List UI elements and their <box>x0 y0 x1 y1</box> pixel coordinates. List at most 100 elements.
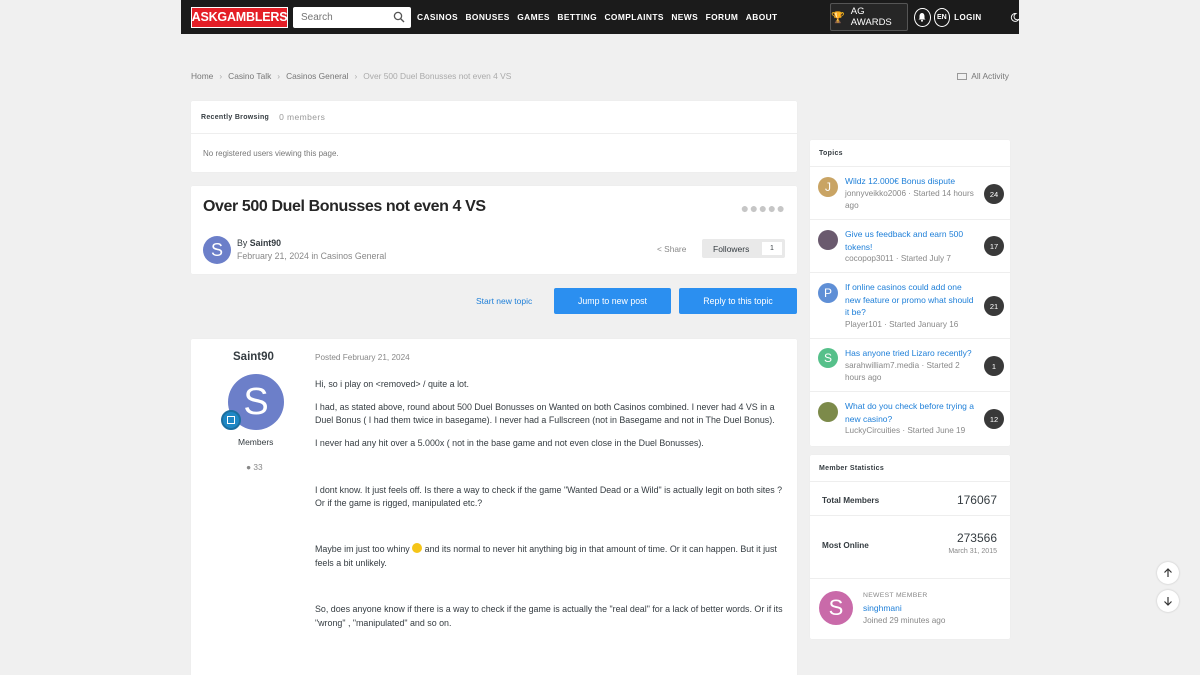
topics-widget: Topics J Wildz 12.000€ Bonus dispute jon… <box>810 140 1010 446</box>
post-paragraph: Hi, so i play on <removed> / quite a lot… <box>315 379 469 389</box>
search-icon[interactable] <box>393 11 405 23</box>
share-button[interactable]: < Share <box>657 244 686 254</box>
main-nav: CASINOS BONUSES GAMES BETTING COMPLAINTS… <box>417 12 785 22</box>
member-statistics-title: Member Statistics <box>810 455 1010 482</box>
nav-complaints[interactable]: COMPLAINTS <box>604 12 663 22</box>
search-input[interactable] <box>293 6 403 28</box>
topic-reply-count: 17 <box>984 236 1004 256</box>
recently-browsing-title: Recently Browsing <box>201 113 270 121</box>
topic-link[interactable]: What do you check before trying a new ca… <box>845 400 978 425</box>
emoji-icon <box>412 543 423 554</box>
newest-member-name[interactable]: singhmani <box>863 603 902 613</box>
comment-icon: ● <box>246 462 252 472</box>
nav-betting[interactable]: BETTING <box>557 12 597 22</box>
member-statistics-widget: Member Statistics Total Members 176067 M… <box>810 455 1010 639</box>
nav-forum[interactable]: FORUM <box>706 12 739 22</box>
post-date: Posted February 21, 2024 <box>315 353 410 362</box>
star-icon[interactable]: ● <box>741 200 749 216</box>
recently-browsing-count: 0 members <box>279 112 326 122</box>
breadcrumb-casinos-general[interactable]: Casinos General <box>286 71 348 81</box>
top-navbar: ASKGAMBLERS CASINOS BONUSES GAMES BETTIN… <box>181 0 1019 34</box>
breadcrumb-casino-talk[interactable]: Casino Talk <box>228 71 271 81</box>
topic-avatar[interactable]: J <box>818 177 838 197</box>
topic-meta: sarahwilliam7.media · Started 2 hours ag… <box>845 360 960 383</box>
post-paragraph-with-emoji: Maybe im just too whiny and its normal t… <box>315 543 785 570</box>
topic-avatar[interactable] <box>818 230 838 250</box>
divider <box>810 578 1010 579</box>
chevron-right-icon: › <box>219 71 223 81</box>
topic-author-link[interactable]: Saint90 <box>250 238 281 248</box>
topic-reply-count: 12 <box>984 409 1004 429</box>
post-paragraph: I had, as stated above, round about 500 … <box>315 401 775 426</box>
nav-about[interactable]: ABOUT <box>746 12 778 22</box>
star-icon[interactable]: ● <box>759 200 767 216</box>
reputation-count: 33 <box>253 462 263 472</box>
star-icon[interactable]: ● <box>777 200 785 216</box>
most-online-value: 273566 <box>956 531 997 545</box>
ag-awards-button[interactable]: 🏆 AG AWARDS <box>830 3 908 31</box>
post-author-name[interactable]: Saint90 <box>233 351 274 363</box>
member-badge-icon <box>221 410 241 430</box>
star-icon[interactable]: ● <box>768 200 776 216</box>
post-paragraph: So, does anyone know if there is a way t… <box>315 604 783 628</box>
topic-link[interactable]: Has anyone tried Lizaro recently? <box>845 347 978 360</box>
all-activity-link[interactable]: All Activity <box>957 71 1009 81</box>
start-new-topic-link[interactable]: Start new topic <box>476 296 532 306</box>
topic-link[interactable]: If online casinos could add one new feat… <box>845 281 978 319</box>
search-box[interactable] <box>293 6 412 28</box>
post-text: Maybe im just too whiny <box>315 544 410 555</box>
login-button[interactable]: LOGIN <box>954 13 981 22</box>
topic-forum-link[interactable]: Casinos General <box>321 251 387 261</box>
most-online-label: Most Online <box>822 541 869 550</box>
topic-date-line: February 21, 2024 in Casinos General <box>237 251 386 261</box>
notification-button[interactable] <box>913 7 931 27</box>
site-logo[interactable]: ASKGAMBLERS <box>191 6 288 28</box>
scroll-to-top-button[interactable] <box>1157 562 1179 584</box>
recently-browsing-panel: Recently Browsing 0 members No registere… <box>191 101 797 172</box>
topic-avatar[interactable]: S <box>818 348 838 368</box>
language-button[interactable]: EN <box>933 7 951 27</box>
nav-bonuses[interactable]: BONUSES <box>465 12 509 22</box>
star-icon[interactable]: ● <box>750 200 758 216</box>
activity-icon <box>957 72 968 80</box>
breadcrumb: Home › Casino Talk › Casinos General › O… <box>191 71 511 81</box>
reply-to-topic-button[interactable]: Reply to this topic <box>679 288 797 314</box>
topic-avatar[interactable] <box>818 402 838 422</box>
topic-meta: LuckyCircuities · Started June 19 <box>845 426 966 436</box>
nav-casinos[interactable]: CASINOS <box>417 12 458 22</box>
topic-list-item[interactable]: S Has anyone tried Lizaro recently? sara… <box>810 339 1010 392</box>
chevron-right-icon: › <box>354 71 358 81</box>
topic-link[interactable]: Wildz 12.000€ Bonus dispute <box>845 175 978 188</box>
topic-list-item[interactable]: Give us feedback and earn 500 tokens! co… <box>810 220 1010 273</box>
post-author-reputation: ● 33 <box>246 462 263 472</box>
total-members-label: Total Members <box>822 496 880 505</box>
nav-games[interactable]: GAMES <box>517 12 550 22</box>
followers-label: Followers <box>713 243 750 254</box>
nav-news[interactable]: NEWS <box>671 12 698 22</box>
post-paragraph: I dont know. It just feels off. Is there… <box>315 484 783 509</box>
topic-date: February 21, 2024 <box>237 251 309 261</box>
jump-to-new-post-button[interactable]: Jump to new post <box>554 288 671 314</box>
topic-link[interactable]: Give us feedback and earn 500 tokens! <box>845 228 978 253</box>
newest-member-avatar[interactable]: S <box>819 591 853 625</box>
author-avatar[interactable]: S <box>203 236 231 264</box>
topic-avatar[interactable]: P <box>818 283 838 303</box>
follow-button[interactable]: Followers 1 <box>702 239 785 258</box>
dark-mode-icon[interactable] <box>1010 12 1019 23</box>
share-icon: < <box>657 244 662 254</box>
topic-reply-count: 24 <box>984 184 1004 204</box>
topic-list-item[interactable]: J Wildz 12.000€ Bonus dispute jonnyveikk… <box>810 167 1010 220</box>
topic-list-item[interactable]: What do you check before trying a new ca… <box>810 392 1010 446</box>
post-paragraph: I never had any hit over a 5.000x ( not … <box>315 438 704 449</box>
divider <box>810 515 1010 516</box>
scroll-to-bottom-button[interactable] <box>1157 590 1179 612</box>
topic-title: Over 500 Duel Bonusses not even 4 VS <box>203 198 486 215</box>
by-prefix: By <box>237 238 248 248</box>
trophy-icon: 🏆 <box>831 11 845 24</box>
topic-list-item[interactable]: P If online casinos could add one new fe… <box>810 273 1010 339</box>
topic-meta: jonnyveikko2006 · Started 14 hours ago <box>845 188 974 211</box>
post-content: Hi, so i play on <removed> / quite a lot… <box>315 378 785 640</box>
breadcrumb-home[interactable]: Home <box>191 71 213 81</box>
topic-rating[interactable]: ● ● ● ● ● <box>740 200 785 216</box>
recently-browsing-empty: No registered users viewing this page. <box>203 149 339 158</box>
